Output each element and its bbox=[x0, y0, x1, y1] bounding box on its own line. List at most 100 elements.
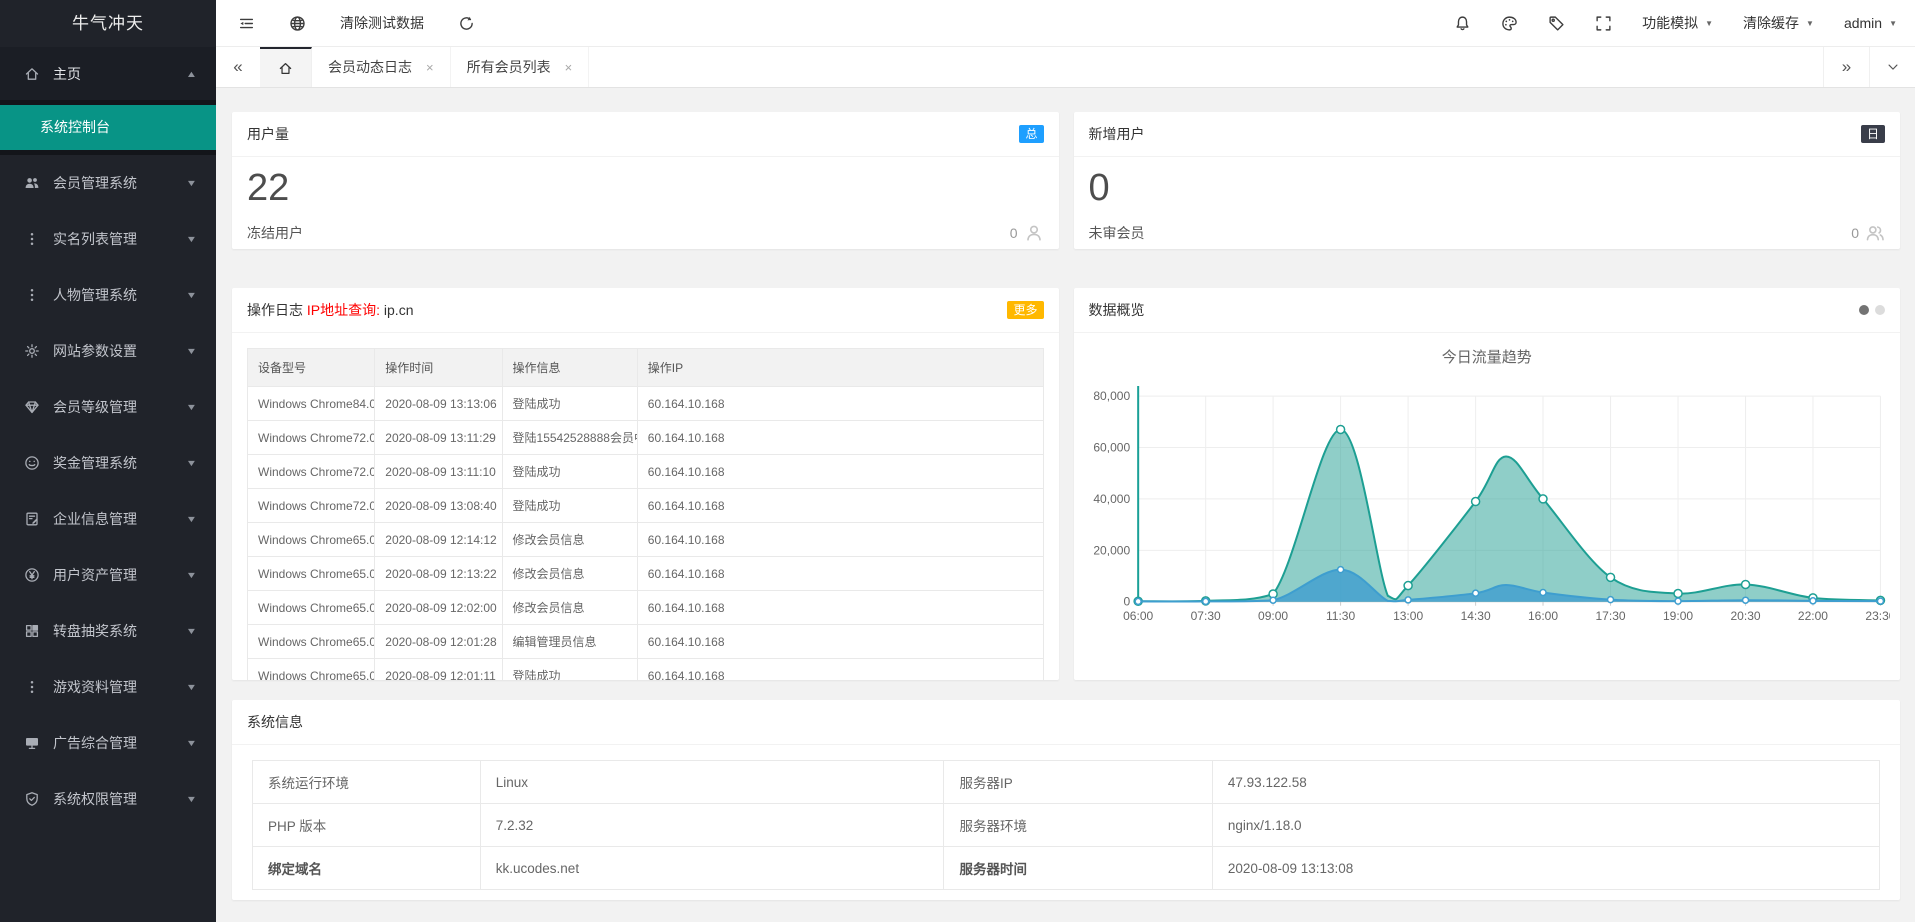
tabbar-right-controls: » bbox=[1823, 47, 1915, 87]
stat-card-header: 用户量 总 bbox=[232, 112, 1059, 157]
dropdown-label: 清除缓存 bbox=[1743, 13, 1799, 33]
stat-body: 0 未审会员 0 bbox=[1074, 157, 1901, 255]
tabs-collapse-left-icon[interactable]: « bbox=[216, 47, 260, 87]
stat-body: 22 冻结用户 0 bbox=[232, 157, 1059, 255]
log-table-cell: Windows Chrome72.0.3 bbox=[248, 421, 375, 455]
log-column-header: 操作时间 bbox=[375, 349, 502, 387]
sidebar-item[interactable]: 奖金管理系统▼ bbox=[0, 435, 216, 491]
log-table-cell: 登陆成功 bbox=[502, 455, 637, 489]
globe-icon[interactable] bbox=[289, 15, 306, 32]
gem-icon bbox=[24, 399, 40, 415]
traffic-chart-svg: 06:0007:3009:0011:3013:0014:3016:0017:30… bbox=[1084, 369, 1891, 642]
log-table-cell: Windows Chrome65.0.3 bbox=[248, 591, 375, 625]
smiley-icon bbox=[24, 455, 40, 471]
admin-user-dropdown[interactable]: admin ▼ bbox=[1844, 15, 1897, 31]
tabs-menu-icon[interactable] bbox=[1869, 47, 1915, 87]
svg-text:40,000: 40,000 bbox=[1093, 492, 1130, 506]
caret-down-icon: ▼ bbox=[1889, 19, 1897, 28]
sidebar-item[interactable]: 企业信息管理▼ bbox=[0, 491, 216, 547]
log-panel-title: 操作日志 bbox=[247, 300, 303, 320]
stat-title: 新增用户 bbox=[1089, 124, 1145, 144]
sidebar-item[interactable]: 游戏资料管理▼ bbox=[0, 659, 216, 715]
palette-icon[interactable] bbox=[1501, 15, 1518, 32]
system-info-value: 47.93.122.58 bbox=[1212, 761, 1879, 804]
overview-panel-header: 数据概览 bbox=[1074, 288, 1901, 333]
tabs-scroll-right-icon[interactable]: » bbox=[1823, 47, 1869, 87]
tab[interactable]: 所有会员列表 × bbox=[451, 47, 590, 87]
sidebar-item-label: 网站参数设置 bbox=[53, 341, 187, 361]
bell-icon[interactable] bbox=[1454, 15, 1471, 32]
total-badge[interactable]: 总 bbox=[1019, 125, 1043, 143]
log-table-cell: 2020-08-09 12:01:28 bbox=[375, 625, 502, 659]
clear-cache-dropdown[interactable]: 清除缓存 ▼ bbox=[1743, 13, 1814, 33]
svg-text:17:30: 17:30 bbox=[1595, 609, 1625, 623]
stat-card-users: 用户量 总 22 冻结用户 0 bbox=[232, 112, 1059, 249]
overview-title: 数据概览 bbox=[1089, 300, 1145, 320]
clear-test-data-button[interactable]: 清除测试数据 bbox=[340, 13, 424, 33]
tab[interactable]: 会员动态日志× bbox=[312, 47, 451, 87]
svg-text:06:00: 06:00 bbox=[1123, 609, 1153, 623]
function-simulate-dropdown[interactable]: 功能模拟 ▼ bbox=[1642, 13, 1713, 33]
log-table-cell: Windows Chrome84.0.4 bbox=[248, 387, 375, 421]
svg-text:20,000: 20,000 bbox=[1093, 543, 1130, 557]
sidebar-subitem[interactable]: 系统控制台 bbox=[0, 105, 216, 150]
tag-icon[interactable] bbox=[1548, 15, 1565, 32]
svg-text:22:00: 22:00 bbox=[1797, 609, 1827, 623]
ip-query-label: IP地址查询: bbox=[307, 300, 380, 320]
sidebar-item[interactable]: 实名列表管理▼ bbox=[0, 211, 216, 267]
system-info-panel: 系统信息 系统运行环境Linux服务器IP47.93.122.58PHP 版本7… bbox=[232, 700, 1900, 900]
fullscreen-icon[interactable] bbox=[1595, 15, 1612, 32]
tab-close-icon[interactable]: × bbox=[426, 60, 434, 75]
brand-logo: 牛气冲天 bbox=[0, 0, 216, 47]
sidebar-item[interactable]: 网站参数设置▼ bbox=[0, 323, 216, 379]
dots-vertical-icon bbox=[24, 231, 40, 247]
log-table-cell: 60.164.10.168 bbox=[637, 455, 1043, 489]
log-table-cell: Windows Chrome72.0.3 bbox=[248, 489, 375, 523]
sidebar-item[interactable]: 人物管理系统▼ bbox=[0, 267, 216, 323]
grid-icon bbox=[24, 623, 40, 639]
carousel-dot[interactable] bbox=[1875, 305, 1885, 315]
log-table-cell: 登陆15542528888会员中心 bbox=[502, 421, 637, 455]
log-table-cell: 60.164.10.168 bbox=[637, 625, 1043, 659]
chart-title: 今日流量趋势 bbox=[1074, 346, 1901, 367]
sidebar-item[interactable]: 广告综合管理▼ bbox=[0, 715, 216, 771]
sidebar-item[interactable]: 系统权限管理▼ bbox=[0, 771, 216, 827]
log-table-cell: 2020-08-09 12:14:12 bbox=[375, 523, 502, 557]
daily-badge[interactable]: 日 bbox=[1861, 125, 1885, 143]
chevron-down-icon bbox=[1886, 60, 1900, 74]
refresh-icon[interactable] bbox=[458, 15, 475, 32]
log-table-cell: 60.164.10.168 bbox=[637, 387, 1043, 421]
content: 用户量 总 22 冻结用户 0 bbox=[216, 88, 1915, 922]
log-table-cell: 2020-08-09 12:01:11 bbox=[375, 659, 502, 681]
system-table-row: 系统运行环境Linux服务器IP47.93.122.58 bbox=[253, 761, 1880, 804]
svg-text:07:30: 07:30 bbox=[1190, 609, 1220, 623]
users-icon bbox=[24, 175, 40, 191]
frozen-users-link[interactable]: 0 bbox=[1010, 223, 1044, 243]
menu-toggle-icon[interactable] bbox=[238, 15, 255, 32]
caret-down-icon: ▼ bbox=[1705, 19, 1713, 28]
log-table-cell: 2020-08-09 13:11:10 bbox=[375, 455, 502, 489]
tab-label: 所有会员列表 bbox=[467, 57, 551, 77]
sidebar-item[interactable]: 主页▲ bbox=[0, 47, 216, 100]
sidebar-item[interactable]: 会员等级管理▼ bbox=[0, 379, 216, 435]
sidebar-item-label: 人物管理系统 bbox=[53, 285, 187, 305]
caret-down-icon: ▼ bbox=[186, 458, 198, 468]
sidebar-item-label: 广告综合管理 bbox=[53, 733, 187, 753]
sidebar-item[interactable]: 用户资产管理▼ bbox=[0, 547, 216, 603]
stat-card-new-users: 新增用户 日 0 未审会员 0 bbox=[1074, 112, 1901, 249]
stat-title: 用户量 bbox=[247, 124, 289, 144]
log-table-cell: 修改会员信息 bbox=[502, 557, 637, 591]
carousel-dot-active[interactable] bbox=[1859, 305, 1869, 315]
caret-down-icon: ▼ bbox=[186, 234, 198, 244]
system-info-value: nginx/1.18.0 bbox=[1212, 804, 1879, 847]
sidebar-item[interactable]: 会员管理系统▼ bbox=[0, 155, 216, 211]
log-table-cell: 60.164.10.168 bbox=[637, 421, 1043, 455]
svg-text:13:00: 13:00 bbox=[1393, 609, 1423, 623]
system-info-label: 绑定域名 bbox=[253, 847, 481, 890]
more-button[interactable]: 更多 bbox=[1007, 301, 1043, 319]
yen-circle-icon bbox=[24, 567, 40, 583]
unverified-members-link[interactable]: 0 bbox=[1851, 223, 1885, 243]
tab-home[interactable] bbox=[260, 47, 312, 87]
sidebar-item[interactable]: 转盘抽奖系统▼ bbox=[0, 603, 216, 659]
tab-close-icon[interactable]: × bbox=[565, 60, 573, 75]
